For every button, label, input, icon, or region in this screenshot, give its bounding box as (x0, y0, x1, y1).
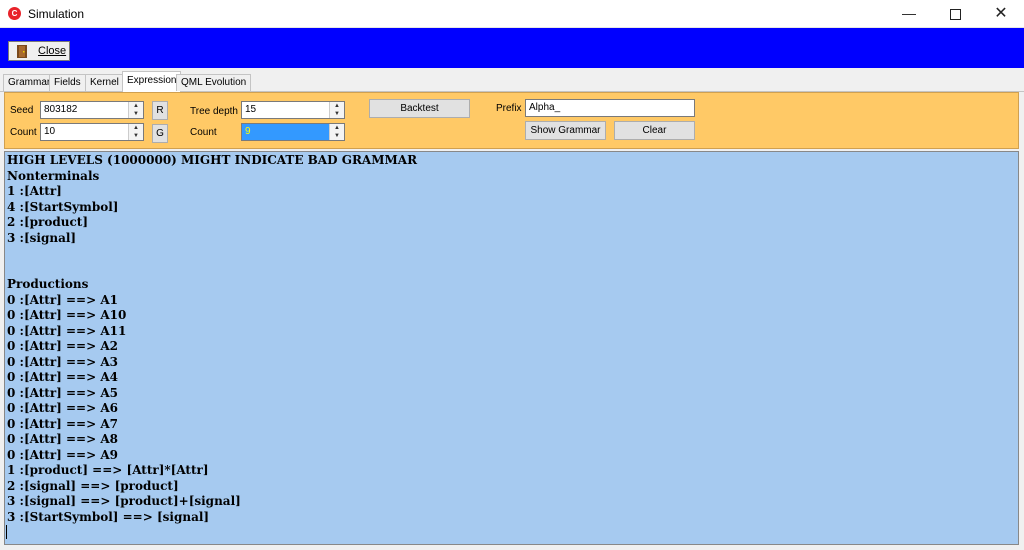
tab-kernel[interactable]: Kernel (85, 74, 124, 91)
count-spinbox[interactable]: 10 ▲ ▼ (40, 123, 144, 141)
output-text: HIGH LEVELS (1000000) MIGHT INDICATE BAD… (7, 153, 418, 524)
up-arrow-icon: ▲ (334, 103, 340, 109)
down-arrow-icon: ▼ (334, 111, 340, 117)
prefix-label: Prefix (496, 103, 522, 114)
backtest-button[interactable]: Backtest (369, 99, 470, 118)
prefix-input[interactable]: Alpha_ (525, 99, 695, 117)
seed-stepper[interactable]: ▲ ▼ (128, 102, 143, 118)
down-arrow-icon: ▼ (334, 133, 340, 139)
seed-value: 803182 (44, 104, 78, 115)
tab-grammar[interactable]: Grammar (3, 74, 56, 91)
tab-expression[interactable]: Expression (122, 71, 182, 92)
up-arrow-icon: ▲ (133, 125, 139, 131)
count2-value: 9 (245, 126, 251, 137)
tree-depth-value: 15 (245, 104, 257, 115)
r-button[interactable]: R (152, 101, 168, 120)
g-button[interactable]: G (152, 124, 168, 143)
count2-spinbox[interactable]: 9 ▲ ▼ (241, 123, 345, 141)
count-stepper[interactable]: ▲ ▼ (128, 124, 143, 140)
down-arrow-icon: ▼ (133, 111, 139, 117)
toolbar: Close (0, 28, 1024, 68)
door-exit-icon (17, 45, 27, 58)
parameter-panel: Seed 803182 ▲ ▼ R Count 10 ▲ ▼ G Tree dept… (4, 92, 1019, 149)
close-button[interactable]: Close (8, 41, 70, 61)
title-bar: C Simulation — ✕ (0, 0, 1024, 28)
count2-label: Count (190, 127, 217, 138)
minimize-button[interactable]: — (886, 0, 932, 27)
tree-depth-label: Tree depth (190, 106, 238, 117)
tree-depth-spinbox[interactable]: 15 ▲ ▼ (241, 101, 345, 119)
tab-fields[interactable]: Fields (49, 74, 86, 91)
down-arrow-icon: ▼ (133, 133, 139, 139)
tab-qml-evolution[interactable]: QML Evolution (176, 74, 252, 91)
clear-button[interactable]: Clear (614, 121, 695, 140)
seed-spinbox[interactable]: 803182 ▲ ▼ (40, 101, 144, 119)
up-arrow-icon: ▲ (334, 125, 340, 131)
count-label: Count (10, 127, 37, 138)
window-title: Simulation (28, 7, 85, 21)
tree-depth-stepper[interactable]: ▲ ▼ (329, 102, 344, 118)
show-grammar-button[interactable]: Show Grammar (525, 121, 606, 140)
output-textarea[interactable]: HIGH LEVELS (1000000) MIGHT INDICATE BAD… (4, 151, 1019, 545)
close-button-label: Close (38, 45, 67, 57)
window-close-button[interactable]: ✕ (978, 0, 1024, 27)
count-value: 10 (44, 126, 56, 137)
count2-stepper[interactable]: ▲ ▼ (329, 124, 344, 140)
maximize-button[interactable] (932, 0, 978, 27)
seed-label: Seed (10, 105, 34, 116)
app-logo-icon: C (8, 7, 21, 20)
maximize-icon (949, 8, 961, 20)
tab-bar: Grammar Fields Kernel Expression QML Evo… (0, 71, 1024, 92)
up-arrow-icon: ▲ (133, 103, 139, 109)
text-caret (6, 525, 7, 539)
